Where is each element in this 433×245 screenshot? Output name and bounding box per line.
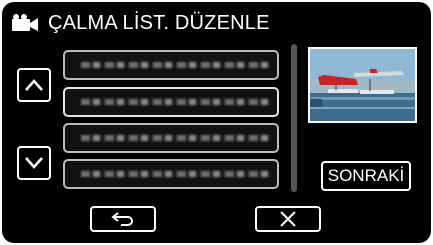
chevron-down-icon [25,157,43,169]
blurred-item-label [81,99,271,105]
next-button[interactable]: SONRAKİ [321,161,411,191]
scroll-up-button[interactable] [17,68,51,102]
playlist-item[interactable] [63,50,279,80]
blurred-item-label [81,135,271,141]
playlist-item[interactable] [63,123,279,153]
close-icon [280,211,296,227]
playlist-edit-screen: ÇALMA LİST. DÜZENLE SONRAKİ [2,2,431,243]
chevron-up-icon [25,79,43,91]
preview-thumbnail [308,47,417,123]
header: ÇALMA LİST. DÜZENLE [12,8,270,38]
return-arrow-icon [111,212,133,226]
video-camera-icon [12,14,38,32]
scrollbar[interactable] [291,44,297,192]
back-button[interactable] [90,206,156,232]
page-title: ÇALMA LİST. DÜZENLE [48,11,270,34]
blurred-item-label [81,171,271,177]
playlist-item[interactable] [63,159,279,189]
scroll-down-button[interactable] [17,146,51,180]
playlist-item-selected[interactable] [63,87,279,117]
blurred-item-label [81,62,271,68]
close-button[interactable] [255,206,321,232]
